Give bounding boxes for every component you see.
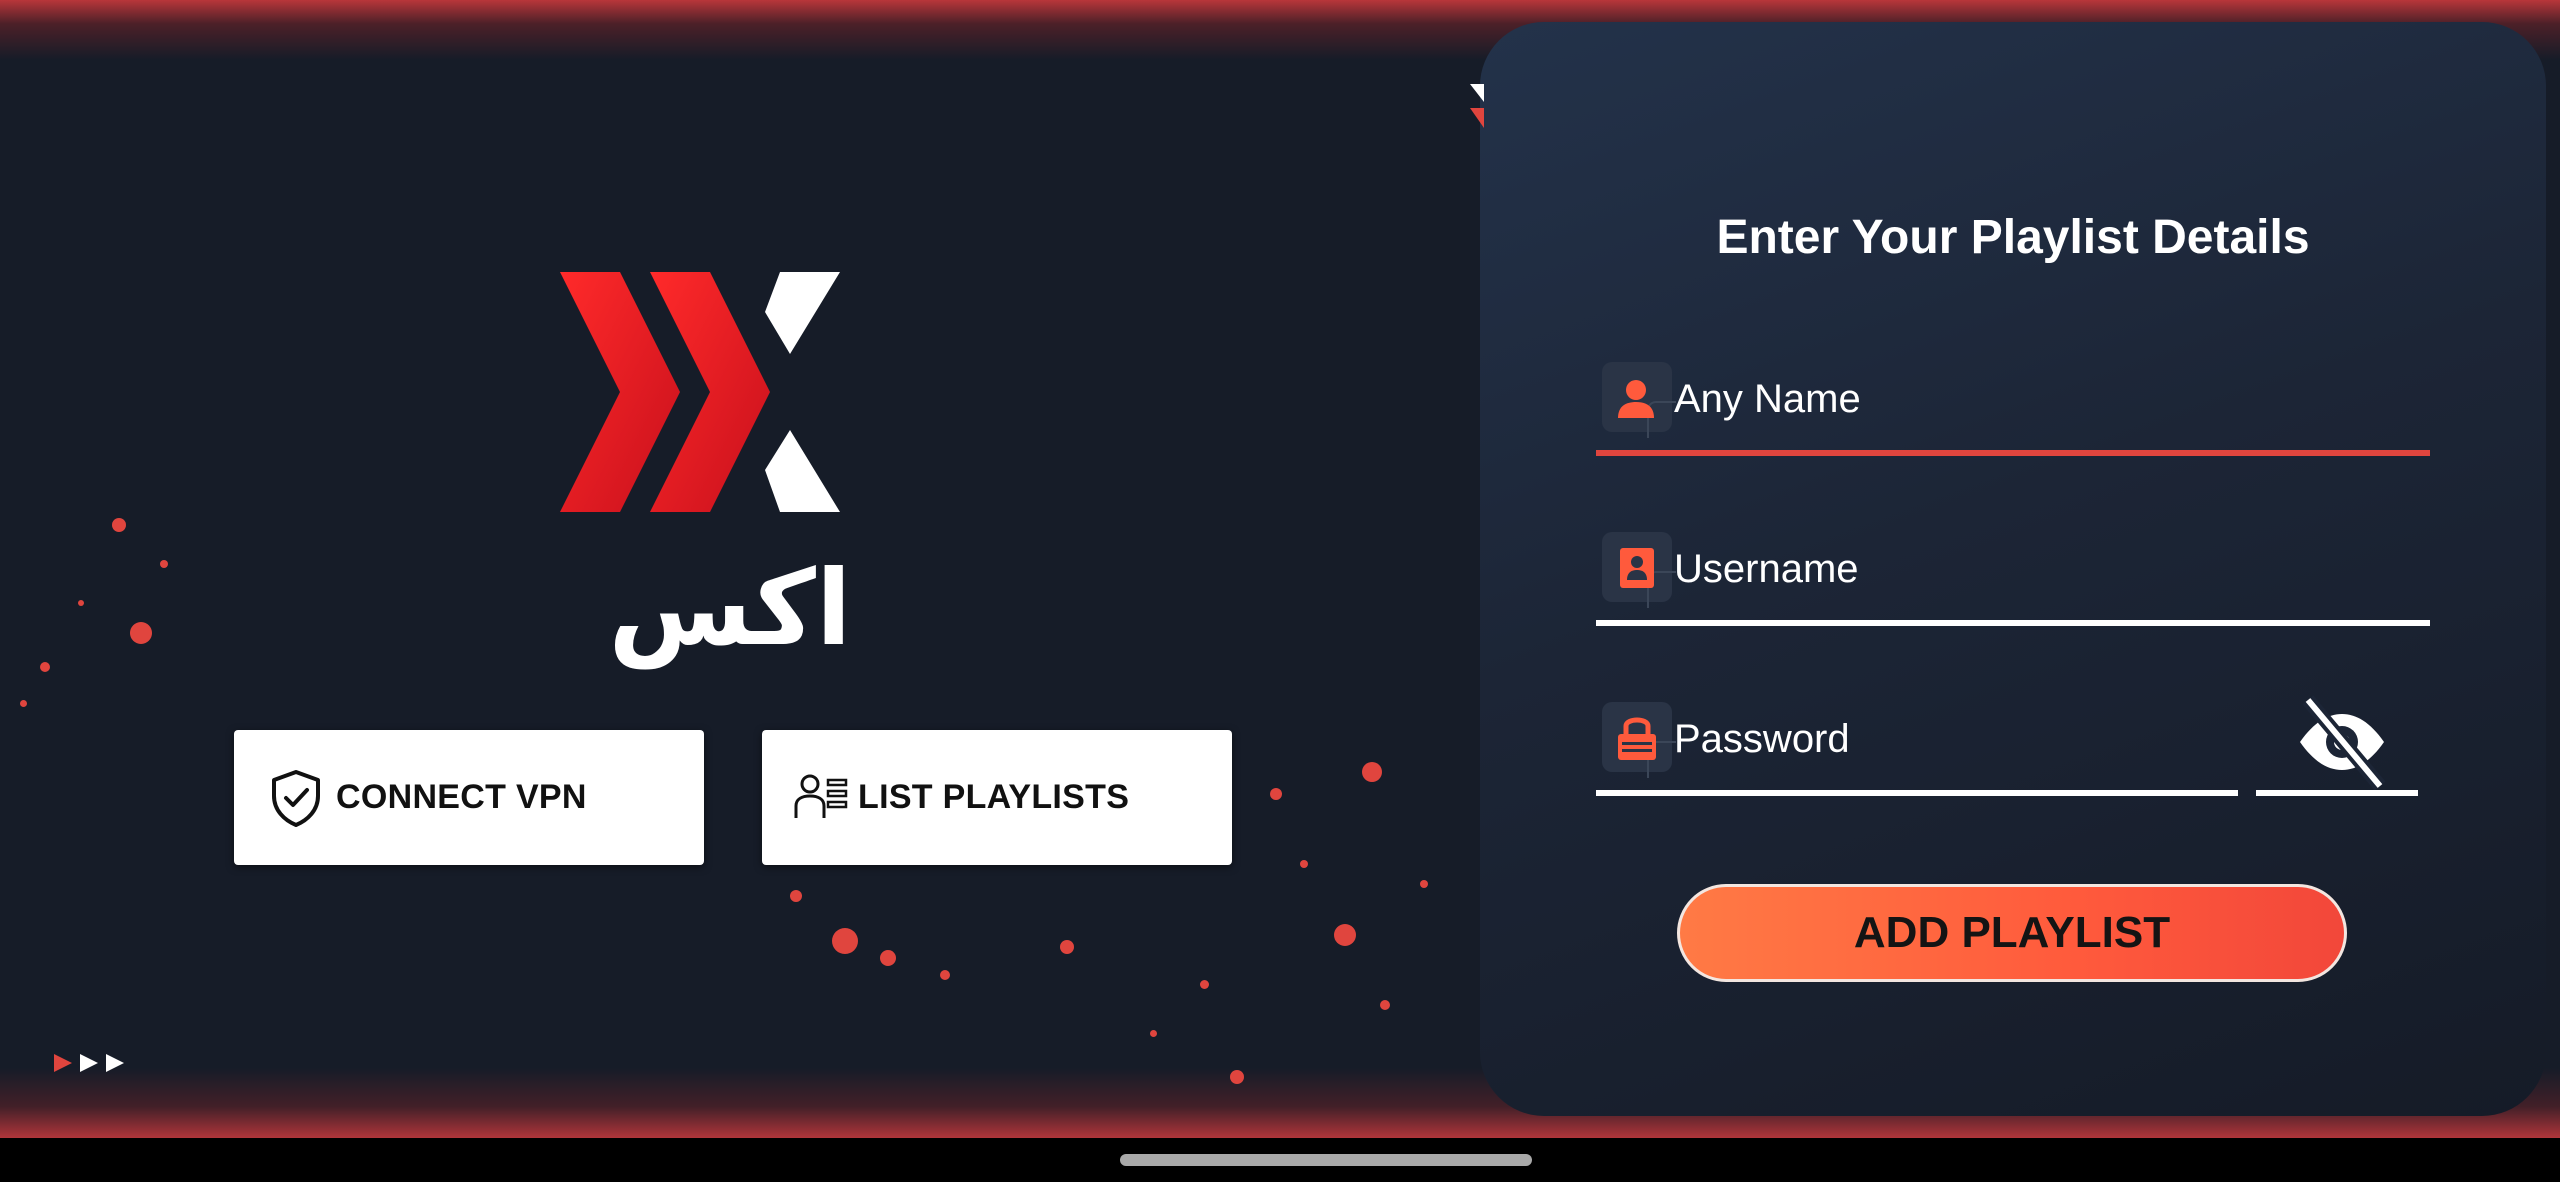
lock-icon xyxy=(1602,702,1676,778)
password-underline xyxy=(1596,790,2238,796)
add-playlist-button[interactable]: ADD PLAYLIST xyxy=(1677,884,2347,982)
list-playlists-button[interactable]: LIST PLAYLISTS xyxy=(762,730,1232,865)
username-input[interactable] xyxy=(1672,538,2376,600)
list-playlists-label: LIST PLAYLISTS xyxy=(858,778,1130,816)
brand-wordmark: اكس xyxy=(608,547,852,669)
name-input[interactable] xyxy=(1672,368,2376,430)
connect-vpn-button[interactable]: CONNECT VPN xyxy=(234,730,704,865)
indicator-active-icon xyxy=(54,1054,72,1072)
id-card-icon xyxy=(1602,532,1676,608)
indicator-icon xyxy=(80,1054,98,1072)
indicator-icon xyxy=(106,1054,124,1072)
name-underline xyxy=(1596,450,2430,456)
page-indicator xyxy=(52,1052,126,1074)
decorative-chevrons-icon xyxy=(1470,84,1484,128)
shield-check-icon xyxy=(272,769,320,827)
eye-off-icon[interactable] xyxy=(2290,690,2394,794)
username-field xyxy=(1596,528,2432,628)
username-underline xyxy=(1596,620,2430,626)
brand-logo xyxy=(560,272,840,512)
app-screen: اكس CONNECT VPN LIST PLAYLISTS Enter You… xyxy=(0,0,2560,1138)
home-indicator[interactable] xyxy=(1120,1154,1532,1166)
person-icon xyxy=(1602,362,1676,438)
add-playlist-label: ADD PLAYLIST xyxy=(1853,908,2171,957)
name-field xyxy=(1596,358,2432,458)
form-title: Enter Your Playlist Details xyxy=(1716,211,2310,264)
password-input[interactable] xyxy=(1672,708,2236,770)
connect-vpn-label: CONNECT VPN xyxy=(336,778,587,816)
user-list-icon xyxy=(794,774,848,818)
visibility-underline xyxy=(2256,790,2418,796)
